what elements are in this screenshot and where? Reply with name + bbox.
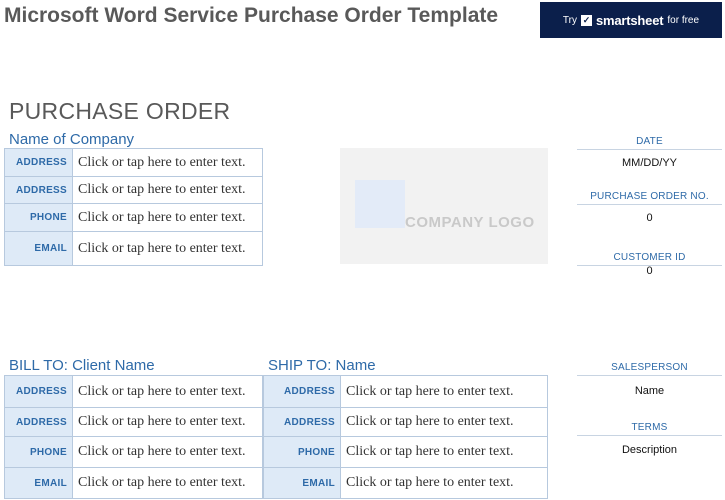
po-number-field[interactable]: 0 bbox=[577, 212, 722, 224]
banner-suffix: for free bbox=[667, 14, 700, 26]
table-row: EMAIL Click or tap here to enter text. bbox=[4, 231, 263, 266]
ship-phone-field[interactable]: Click or tap here to enter text. bbox=[340, 436, 548, 468]
ship-email-label: EMAIL bbox=[263, 467, 341, 499]
banner-try-text: Try bbox=[562, 14, 577, 26]
bill-phone-label: PHONE bbox=[4, 436, 73, 468]
bill-address2-field[interactable]: Click or tap here to enter text. bbox=[72, 407, 263, 437]
logo-image-icon bbox=[355, 180, 405, 228]
terms-label: TERMS bbox=[577, 422, 722, 436]
bill-address-label: ADDRESS bbox=[4, 375, 73, 408]
table-row: ADDRESS Click or tap here to enter text. bbox=[4, 407, 263, 437]
customer-id-label: CUSTOMER ID bbox=[577, 252, 722, 266]
company-table: ADDRESS Click or tap here to enter text.… bbox=[4, 148, 263, 266]
banner-brand: smartsheet bbox=[596, 12, 664, 28]
company-address-label: ADDRESS bbox=[4, 148, 73, 177]
ship-address-field[interactable]: Click or tap here to enter text. bbox=[340, 375, 548, 408]
ship-phone-label: PHONE bbox=[263, 436, 341, 468]
bill-email-field[interactable]: Click or tap here to enter text. bbox=[72, 467, 263, 499]
ship-to-title[interactable]: SHIP TO: Name bbox=[268, 357, 376, 374]
company-email-label: EMAIL bbox=[4, 231, 73, 266]
table-row: ADDRESS Click or tap here to enter text. bbox=[4, 176, 263, 204]
company-logo-placeholder[interactable]: COMPANY LOGO bbox=[340, 148, 548, 264]
date-field[interactable]: MM/DD/YY bbox=[577, 157, 722, 169]
smartsheet-banner[interactable]: Try ✓ smartsheet for free bbox=[540, 2, 722, 38]
company-address-field[interactable]: Click or tap here to enter text. bbox=[72, 148, 263, 177]
ship-address2-field[interactable]: Click or tap here to enter text. bbox=[340, 407, 548, 437]
customer-id-field[interactable]: 0 bbox=[577, 265, 722, 277]
bill-to-title[interactable]: BILL TO: Client Name bbox=[9, 357, 155, 374]
table-row: PHONE Click or tap here to enter text. bbox=[4, 436, 263, 468]
ship-address-label: ADDRESS bbox=[263, 375, 341, 408]
document-title: Microsoft Word Service Purchase Order Te… bbox=[4, 4, 499, 27]
company-email-field[interactable]: Click or tap here to enter text. bbox=[72, 231, 263, 266]
table-row: ADDRESS Click or tap here to enter text. bbox=[4, 375, 263, 408]
po-number-label: PURCHASE ORDER NO. bbox=[577, 191, 722, 205]
bill-phone-field[interactable]: Click or tap here to enter text. bbox=[72, 436, 263, 468]
date-label: DATE bbox=[577, 136, 722, 150]
table-row: PHONE Click or tap here to enter text. bbox=[263, 436, 548, 468]
ship-address2-label: ADDRESS bbox=[263, 407, 341, 437]
company-phone-field[interactable]: Click or tap here to enter text. bbox=[72, 203, 263, 232]
salesperson-field[interactable]: Name bbox=[577, 385, 722, 397]
salesperson-label: SALESPERSON bbox=[577, 362, 722, 376]
company-name[interactable]: Name of Company bbox=[9, 131, 134, 148]
bill-address-field[interactable]: Click or tap here to enter text. bbox=[72, 375, 263, 408]
company-address2-field[interactable]: Click or tap here to enter text. bbox=[72, 176, 263, 204]
company-logo-text: COMPANY LOGO bbox=[405, 214, 535, 231]
table-row: ADDRESS Click or tap here to enter text. bbox=[263, 407, 548, 437]
bill-to-table: ADDRESS Click or tap here to enter text.… bbox=[4, 375, 263, 499]
table-row: ADDRESS Click or tap here to enter text. bbox=[263, 375, 548, 408]
table-row: EMAIL Click or tap here to enter text. bbox=[263, 467, 548, 499]
bill-address2-label: ADDRESS bbox=[4, 407, 73, 437]
company-phone-label: PHONE bbox=[4, 203, 73, 232]
table-row: ADDRESS Click or tap here to enter text. bbox=[4, 148, 263, 177]
company-address2-label: ADDRESS bbox=[4, 176, 73, 204]
checkmark-icon: ✓ bbox=[581, 14, 592, 26]
purchase-order-heading: PURCHASE ORDER bbox=[9, 98, 231, 124]
ship-email-field[interactable]: Click or tap here to enter text. bbox=[340, 467, 548, 499]
ship-to-table: ADDRESS Click or tap here to enter text.… bbox=[263, 375, 548, 499]
bill-email-label: EMAIL bbox=[4, 467, 73, 499]
terms-field[interactable]: Description bbox=[577, 444, 722, 456]
table-row: PHONE Click or tap here to enter text. bbox=[4, 203, 263, 232]
table-row: EMAIL Click or tap here to enter text. bbox=[4, 467, 263, 499]
